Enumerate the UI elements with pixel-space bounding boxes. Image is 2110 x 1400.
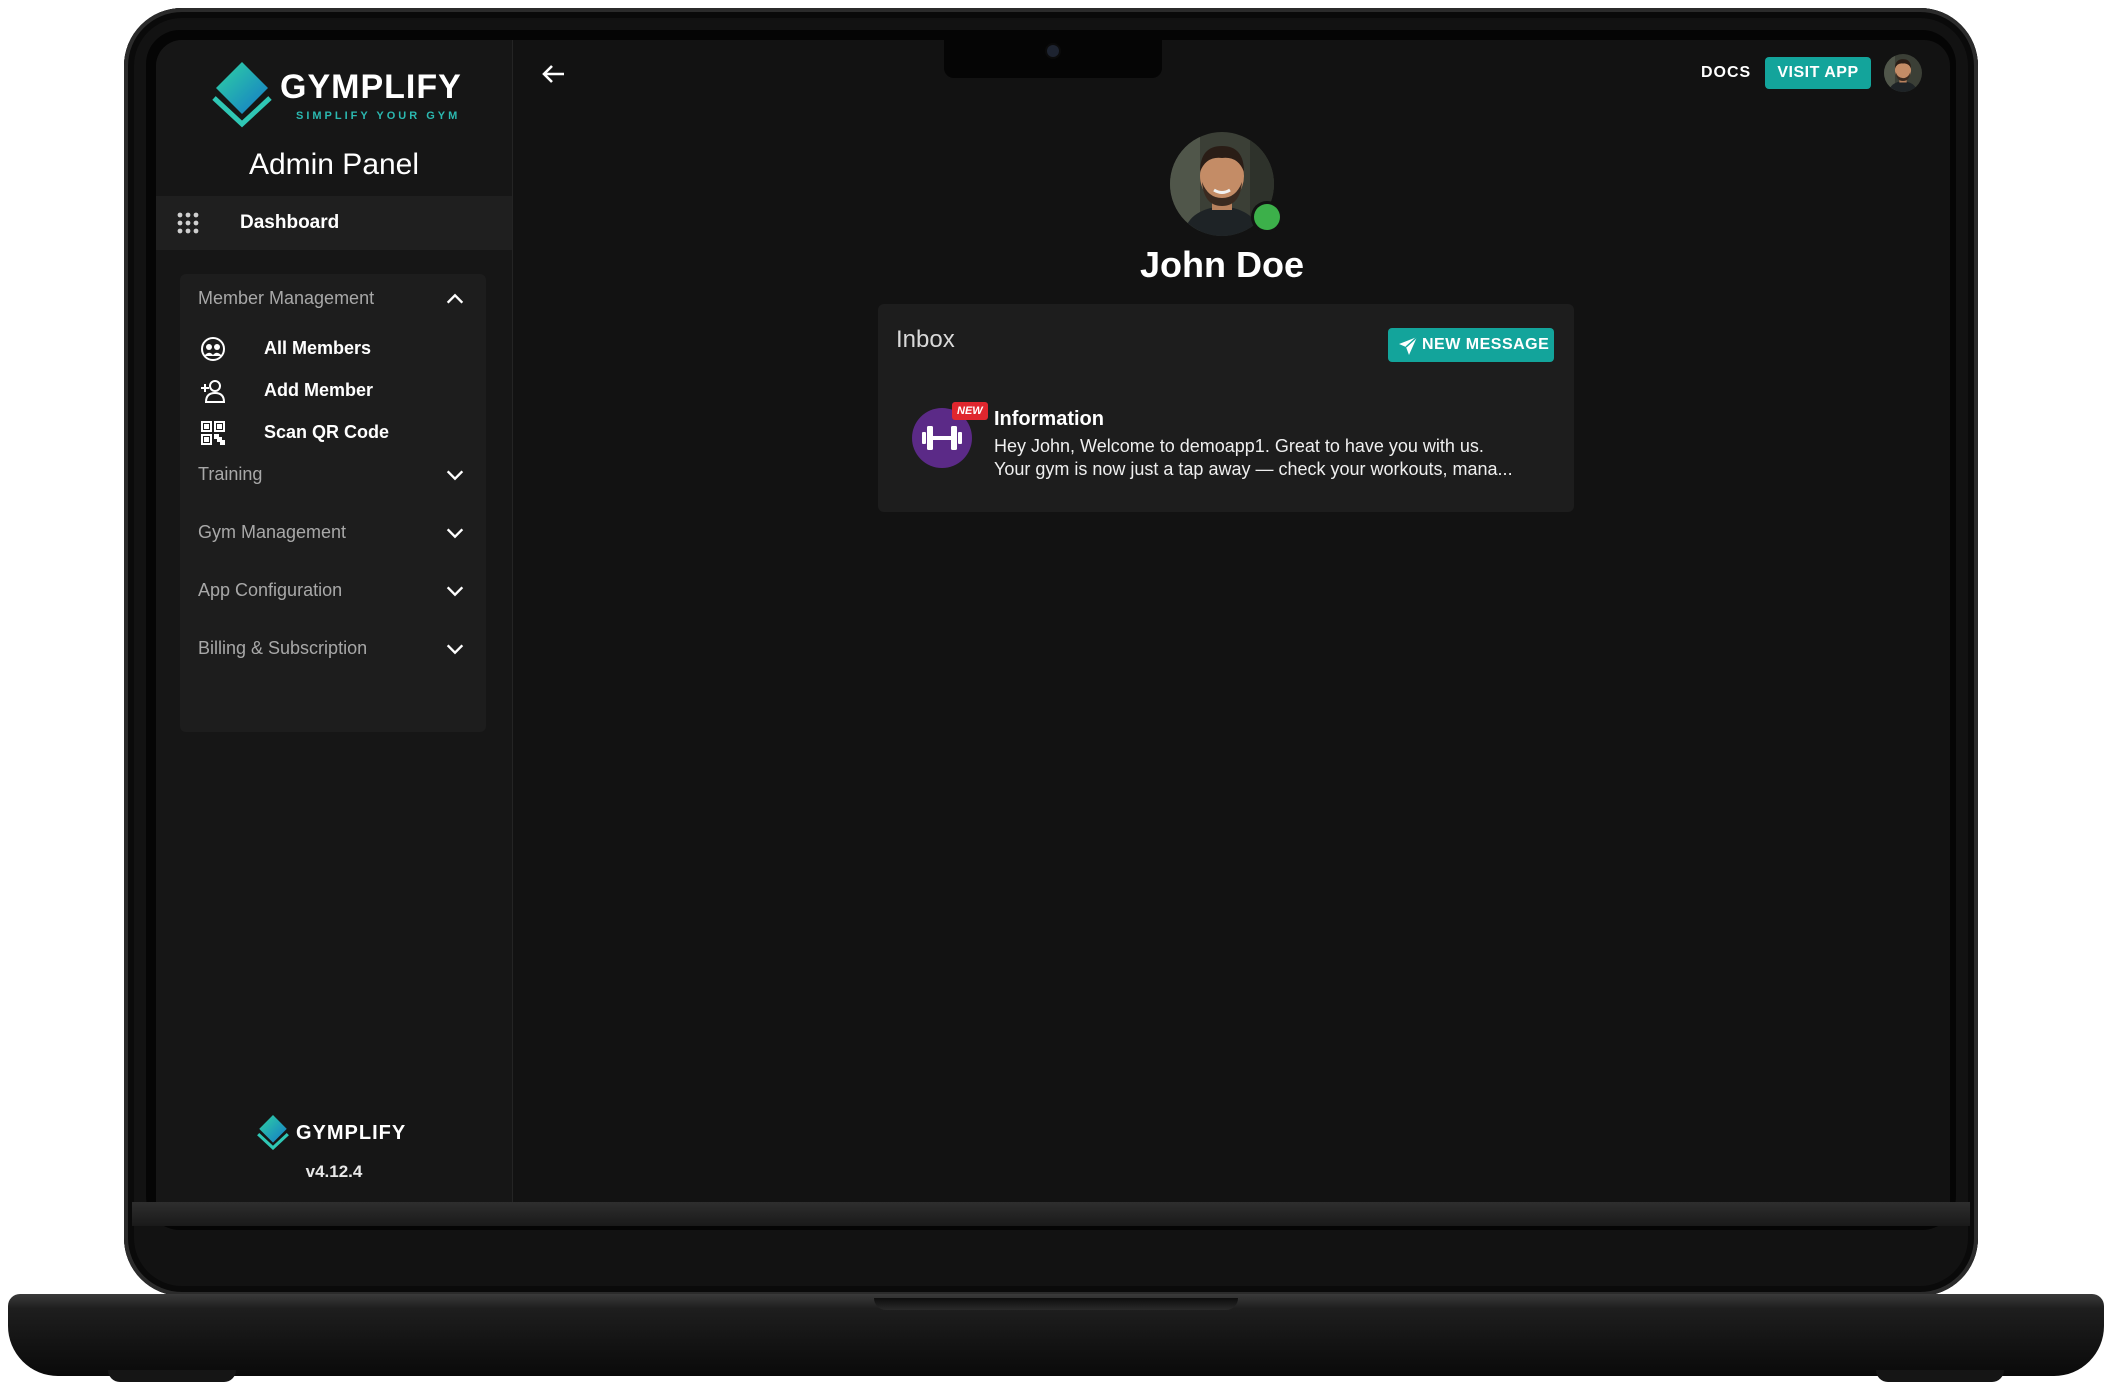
app-version: v4.12.4: [305, 1162, 363, 1181]
footer-brand: GYMPLIFY: [256, 1114, 426, 1154]
inbox-card: Inbox NEW MESSAGE NEW Information Hey Jo…: [878, 304, 1574, 512]
footer-brand-name: GYMPLIFY: [296, 1122, 407, 1144]
chevron-down-icon: [446, 528, 464, 539]
laptop-foot-left: [108, 1370, 236, 1382]
send-icon: [1399, 336, 1418, 355]
nav-group-label: Gym Management: [198, 522, 347, 542]
docs-link[interactable]: DOCS: [1701, 64, 1751, 82]
nav-group-member-management[interactable]: Member Management: [180, 274, 486, 322]
message-title: Information: [994, 408, 1104, 430]
nav-group-gym-management[interactable]: Gym Management: [180, 508, 486, 556]
panel-title: Admin Panel: [248, 148, 420, 181]
brand-logo[interactable]: GYMPLIFY SIMPLIFY YOUR GYM: [210, 60, 470, 130]
chevron-up-icon: [446, 293, 464, 304]
user-avatar-image: [1884, 54, 1922, 92]
laptop-foot-right: [1876, 1370, 2004, 1382]
nav-group-label: Billing & Subscription: [198, 638, 368, 658]
sidebar-item-label: All Members: [264, 338, 372, 358]
laptop-base-groove: [874, 1298, 1238, 1310]
sidebar-item-label: Add Member: [264, 380, 374, 400]
profile-name: John Doe: [1139, 244, 1304, 285]
message-preview-line-2: Your gym is now just a tap away — check …: [994, 459, 1513, 479]
inbox-title: Inbox: [896, 326, 955, 353]
nav-group-label: Training: [198, 464, 263, 484]
online-status-indicator: [1254, 204, 1280, 230]
grid-icon: [177, 212, 199, 234]
new-badge: NEW: [952, 402, 988, 420]
sidebar-item-dashboard[interactable]: Dashboard: [156, 196, 512, 250]
back-arrow-icon[interactable]: [538, 58, 570, 90]
chevron-down-icon: [446, 470, 464, 481]
brand-name: GYMPLIFY: [280, 68, 462, 106]
qr-code-icon: [201, 421, 225, 445]
brand-tagline: SIMPLIFY YOUR GYM: [296, 110, 461, 122]
nav-group-training[interactable]: Training: [180, 450, 486, 498]
inbox-message-row[interactable]: NEW Information Hey John, Welcome to dem…: [878, 394, 1574, 484]
nav-group-app-configuration[interactable]: App Configuration: [180, 566, 486, 614]
app-screen: GYMPLIFY SIMPLIFY YOUR GYM Admin Panel D…: [156, 40, 1950, 1202]
gymplify-logo-icon: [212, 62, 272, 128]
nav-group-label: Member Management: [198, 288, 375, 308]
chevron-down-icon: [446, 586, 464, 597]
new-message-label: NEW MESSAGE: [1422, 336, 1550, 353]
sidebar-item-label: Scan QR Code: [264, 422, 390, 442]
sidebar-item-scan-qr[interactable]: Scan QR Code: [180, 408, 486, 456]
gymplify-logo-icon: [257, 1115, 289, 1150]
user-avatar[interactable]: [1884, 54, 1922, 92]
sidebar-item-label: Dashboard: [240, 212, 340, 233]
sidebar: GYMPLIFY SIMPLIFY YOUR GYM Admin Panel D…: [156, 40, 513, 1202]
members-icon: [201, 337, 225, 361]
nav-group-label: App Configuration: [198, 580, 343, 600]
dumbbell-icon: [922, 426, 962, 450]
new-message-button[interactable]: NEW MESSAGE: [1388, 328, 1554, 362]
nav-group-billing-subscription[interactable]: Billing & Subscription: [180, 624, 486, 672]
chevron-down-icon: [446, 644, 464, 655]
add-person-icon: [201, 380, 226, 403]
sidebar-item-add-member[interactable]: Add Member: [180, 366, 486, 414]
lid-bottom-edge: [132, 1202, 1970, 1226]
sidebar-item-all-members[interactable]: All Members: [180, 324, 486, 372]
visit-app-button[interactable]: VISIT APP: [1765, 57, 1871, 89]
sidebar-nav-card: Member Management All Members Add Member…: [180, 274, 486, 732]
camera-icon: [1047, 45, 1059, 57]
message-preview-line-1: Hey John, Welcome to demoapp1. Great to …: [994, 436, 1484, 456]
